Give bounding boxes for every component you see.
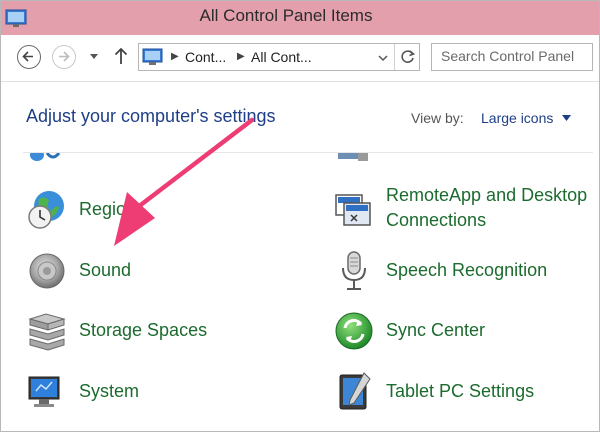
title-bar[interactable]: All Control Panel Items <box>1 1 599 35</box>
page-heading: Adjust your computer's settings <box>26 106 276 126</box>
refresh-icon <box>401 50 416 63</box>
breadcrumb-control-panel[interactable]: Cont... <box>185 49 226 65</box>
item-label: RemoteApp and Desktop Connections <box>386 183 587 233</box>
back-button[interactable] <box>17 45 41 69</box>
recent-locations-dropdown[interactable] <box>89 51 99 61</box>
search-input[interactable] <box>441 48 591 64</box>
breadcrumb-separator-icon: ▶ <box>171 51 179 62</box>
tablet-icon <box>339 372 371 410</box>
dropdown-caret-icon[interactable] <box>562 115 571 121</box>
view-by-label: View by: <box>411 110 464 126</box>
item-speech-recognition[interactable]: Speech Recognition <box>334 250 596 300</box>
item-remoteapp-connections[interactable]: RemoteApp and Desktop Connections <box>334 183 596 237</box>
forward-button[interactable] <box>52 45 76 69</box>
breadcrumb-all-items[interactable]: All Cont... <box>251 49 312 65</box>
item-tablet-pc-settings[interactable]: Tablet PC Settings <box>334 371 596 421</box>
remoteapp-icon <box>335 194 371 226</box>
item-label: System <box>79 381 140 401</box>
back-arrow-icon <box>22 51 33 62</box>
item-region[interactable]: Region <box>27 189 287 239</box>
item-label: Tablet PC Settings <box>386 381 535 401</box>
item-label-line1: RemoteApp and Desktop <box>386 185 588 205</box>
storage-drives-icon <box>28 313 66 351</box>
refresh-button[interactable] <box>394 44 421 70</box>
up-arrow-icon[interactable] <box>113 46 129 66</box>
globe-clock-icon <box>28 191 64 229</box>
window-title: All Control Panel Items <box>199 6 373 25</box>
control-panel-location-icon <box>142 48 163 65</box>
sync-icon <box>335 312 373 350</box>
item-label: Storage Spaces <box>79 320 208 340</box>
address-history-chevron-icon[interactable] <box>377 53 389 63</box>
search-box[interactable] <box>431 43 593 71</box>
item-system[interactable]: System <box>27 371 287 421</box>
item-label: Speech Recognition <box>386 260 548 280</box>
item-label: Region <box>79 199 137 219</box>
forward-arrow-icon <box>59 51 70 62</box>
item-sound[interactable]: Sound <box>27 250 287 300</box>
item-label: Sync Center <box>386 320 486 340</box>
control-panel-window: All Control Panel Items ▶ Cont... ▶ All … <box>0 0 600 432</box>
breadcrumb-separator-icon: ▶ <box>237 51 245 62</box>
item-label-line2: Connections <box>386 210 487 230</box>
computer-icon <box>28 376 60 407</box>
partial-item-icon <box>338 153 368 161</box>
partial-item-icon <box>30 153 61 161</box>
address-box[interactable]: ▶ Cont... ▶ All Cont... <box>138 43 420 71</box>
speaker-icon <box>29 253 65 289</box>
item-storage-spaces[interactable]: Storage Spaces <box>27 310 287 360</box>
header-divider <box>23 152 593 153</box>
item-label: Sound <box>79 260 132 280</box>
navigation-bar: ▶ Cont... ▶ All Cont... <box>1 35 599 82</box>
item-sync-center[interactable]: Sync Center <box>334 310 596 360</box>
microphone-icon <box>342 251 366 290</box>
view-by-dropdown[interactable]: Large icons <box>481 110 553 126</box>
